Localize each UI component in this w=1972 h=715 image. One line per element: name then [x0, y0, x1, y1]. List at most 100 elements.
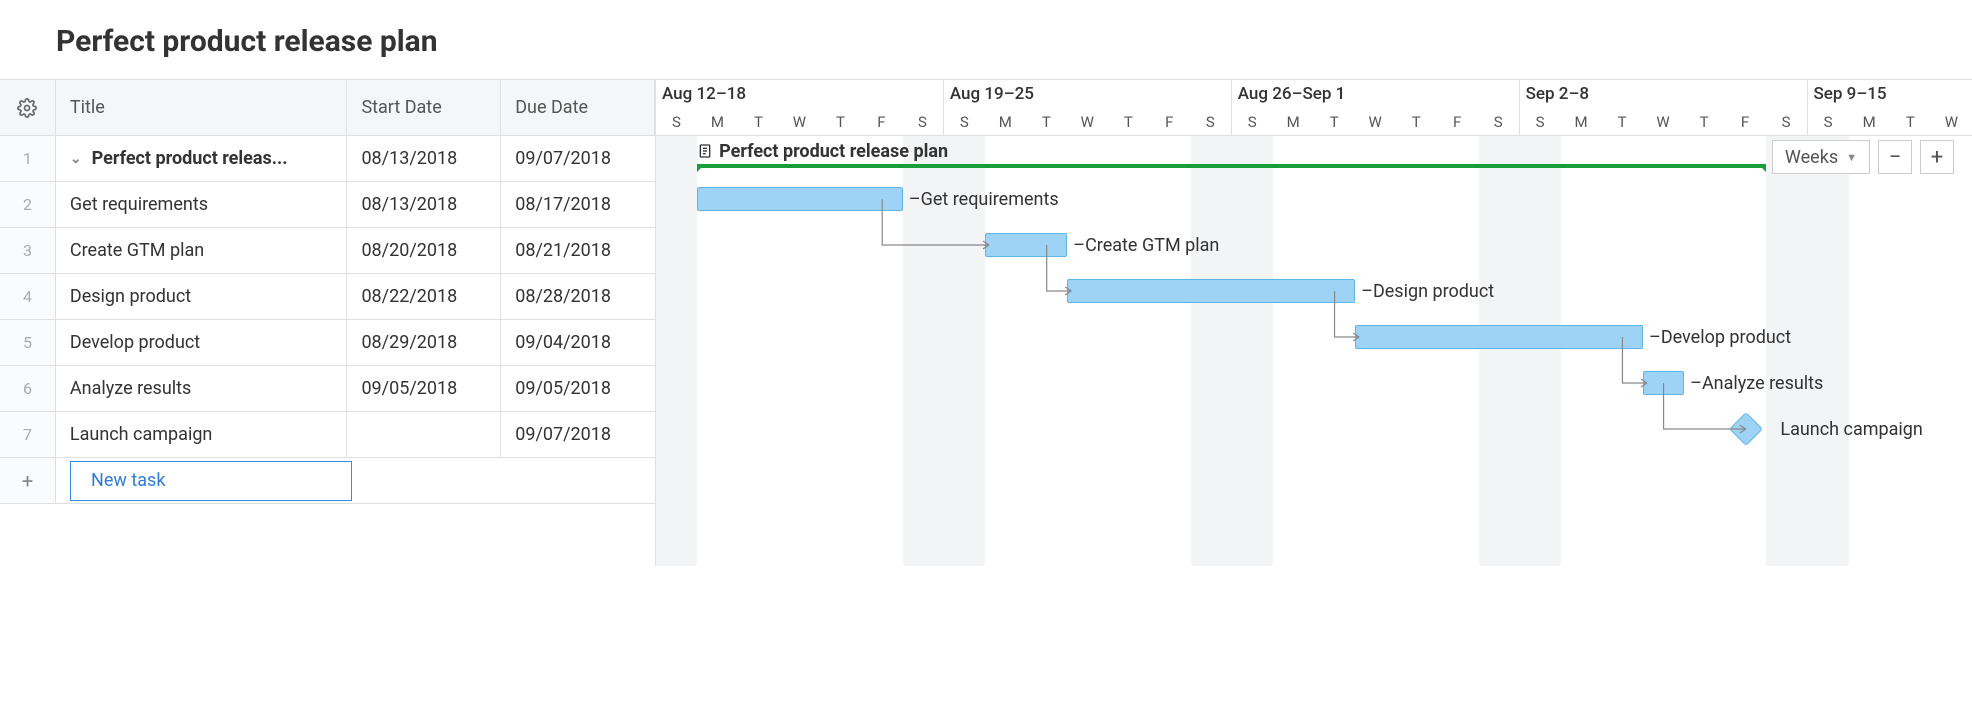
task-bar[interactable]: [1643, 371, 1684, 395]
table-row[interactable]: 4 Design product 08/22/2018 08/28/2018: [0, 274, 655, 320]
weekend-column: [1766, 136, 1807, 566]
row-title[interactable]: Launch campaign: [56, 412, 348, 457]
day-label: T: [1108, 104, 1149, 135]
row-number: 3: [0, 228, 56, 273]
week-label: Aug 19–25: [944, 80, 1231, 104]
row-due-date[interactable]: 09/04/2018: [501, 320, 655, 365]
day-label: S: [1520, 104, 1561, 135]
day-label: T: [738, 104, 779, 135]
col-header-due[interactable]: Due Date: [501, 80, 655, 135]
day-label: M: [697, 104, 738, 135]
weekend-column: [1479, 136, 1520, 566]
zoom-label: Weeks: [1785, 147, 1838, 168]
task-bar[interactable]: [1355, 325, 1643, 349]
day-label: S: [1808, 104, 1849, 135]
plus-icon: +: [22, 469, 33, 493]
day-label: W: [779, 104, 820, 135]
new-task-row[interactable]: + New task: [0, 458, 655, 504]
week-label: Sep 9–15: [1808, 80, 1972, 104]
timeline-body[interactable]: Perfect product release plan–Get require…: [656, 136, 1972, 566]
row-due-date[interactable]: 08/21/2018: [501, 228, 655, 273]
day-label: T: [1602, 104, 1643, 135]
row-number: 1: [0, 136, 56, 181]
row-number: 7: [0, 412, 56, 457]
row-title[interactable]: Analyze results: [56, 366, 348, 411]
row-due-date[interactable]: 09/05/2018: [501, 366, 655, 411]
row-start-date[interactable]: 08/20/2018: [347, 228, 501, 273]
zoom-out-button[interactable]: −: [1878, 140, 1912, 174]
row-start-date[interactable]: 08/13/2018: [347, 182, 501, 227]
day-label: S: [656, 104, 697, 135]
day-label: F: [1437, 104, 1478, 135]
weekend-column: [1191, 136, 1232, 566]
row-title: Perfect product releas...: [92, 148, 288, 169]
week-label: Aug 12–18: [656, 80, 943, 104]
row-start-date[interactable]: 09/05/2018: [347, 366, 501, 411]
zoom-select[interactable]: Weeks ▼: [1772, 140, 1870, 174]
day-label: F: [1149, 104, 1190, 135]
row-title[interactable]: Design product: [56, 274, 348, 319]
table-row[interactable]: 2 Get requirements 08/13/2018 08/17/2018: [0, 182, 655, 228]
gantt-wrapper: Title Start Date Due Date 1 ⌄ Perfect pr…: [0, 79, 1972, 566]
task-bar[interactable]: [985, 233, 1067, 257]
task-bar[interactable]: [1067, 279, 1355, 303]
table-row[interactable]: 3 Create GTM plan 08/20/2018 08/21/2018: [0, 228, 655, 274]
row-number: 5: [0, 320, 56, 365]
table-row[interactable]: 1 ⌄ Perfect product releas... 08/13/2018…: [0, 136, 655, 182]
row-title[interactable]: Create GTM plan: [56, 228, 348, 273]
weekend-column: [1808, 136, 1849, 566]
summary-task[interactable]: Perfect product release plan: [697, 140, 948, 162]
row-start-date[interactable]: 08/29/2018: [347, 320, 501, 365]
row-start-date[interactable]: [347, 412, 501, 457]
caret-down-icon: ▼: [1846, 151, 1857, 164]
row-start-date[interactable]: 08/22/2018: [347, 274, 501, 319]
day-label: W: [1355, 104, 1396, 135]
summary-bar[interactable]: [697, 164, 1766, 168]
day-label: T: [820, 104, 861, 135]
day-label: T: [1684, 104, 1725, 135]
task-bar-label: –Analyze results: [1690, 371, 1823, 395]
col-header-title[interactable]: Title: [56, 80, 348, 135]
day-label: S: [944, 104, 985, 135]
row-title[interactable]: Get requirements: [56, 182, 348, 227]
day-label: F: [1725, 104, 1766, 135]
clipboard-icon: [697, 142, 713, 160]
day-label: S: [1766, 104, 1807, 135]
add-task-button[interactable]: +: [0, 458, 56, 503]
chevron-down-icon[interactable]: ⌄: [70, 151, 82, 167]
row-due-date[interactable]: 08/17/2018: [501, 182, 655, 227]
day-label: M: [1273, 104, 1314, 135]
new-task-input[interactable]: New task: [70, 461, 352, 501]
row-due-date[interactable]: 09/07/2018: [501, 136, 655, 181]
day-label: W: [1931, 104, 1972, 135]
task-bar-label: –Design product: [1361, 279, 1494, 303]
col-header-start[interactable]: Start Date: [347, 80, 501, 135]
weekend-column: [656, 136, 697, 566]
weekend-column: [1232, 136, 1273, 566]
row-number: 6: [0, 366, 56, 411]
row-title-cell[interactable]: ⌄ Perfect product releas...: [56, 136, 348, 181]
row-start-date[interactable]: 08/13/2018: [347, 136, 501, 181]
task-bar[interactable]: [697, 187, 903, 211]
table-row[interactable]: 6 Analyze results 09/05/2018 09/05/2018: [0, 366, 655, 412]
task-bar-label: Launch campaign: [1780, 417, 1922, 441]
day-label: S: [1190, 104, 1231, 135]
week-label: Sep 2–8: [1520, 80, 1807, 104]
task-bar-label: –Develop product: [1649, 325, 1791, 349]
row-due-date[interactable]: 08/28/2018: [501, 274, 655, 319]
summary-title: Perfect product release plan: [719, 141, 948, 162]
day-label: F: [861, 104, 902, 135]
settings-button[interactable]: [0, 80, 56, 135]
day-label: T: [1314, 104, 1355, 135]
row-title[interactable]: Develop product: [56, 320, 348, 365]
milestone[interactable]: [1729, 412, 1763, 446]
zoom-in-button[interactable]: +: [1920, 140, 1954, 174]
gear-icon: [17, 98, 37, 118]
day-label: T: [1890, 104, 1931, 135]
day-label: S: [1478, 104, 1519, 135]
row-due-date[interactable]: 09/07/2018: [501, 412, 655, 457]
task-bar-label: –Create GTM plan: [1073, 233, 1219, 257]
weekend-column: [1520, 136, 1561, 566]
table-row[interactable]: 7 Launch campaign 09/07/2018: [0, 412, 655, 458]
table-row[interactable]: 5 Develop product 08/29/2018 09/04/2018: [0, 320, 655, 366]
